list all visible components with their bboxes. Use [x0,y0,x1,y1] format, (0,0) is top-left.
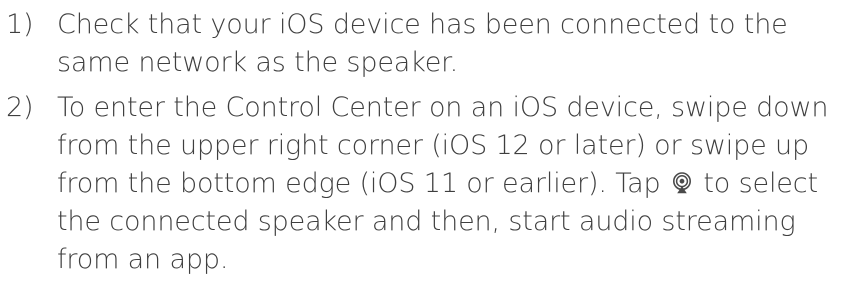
step-1: 1) Check that your iOS device has been c… [0,6,858,82]
instruction-steps: 1) Check that your iOS device has been c… [0,6,858,279]
step-number: 1) [6,9,34,40]
step-text: Check that your iOS device has been conn… [57,9,797,78]
step-number: 2) [6,92,34,123]
step-text: To enter the Control Center on an iOS de… [57,89,858,279]
step-2: 2) To enter the Control Center on an iOS… [0,89,858,279]
airplay-audio-icon [671,171,693,195]
